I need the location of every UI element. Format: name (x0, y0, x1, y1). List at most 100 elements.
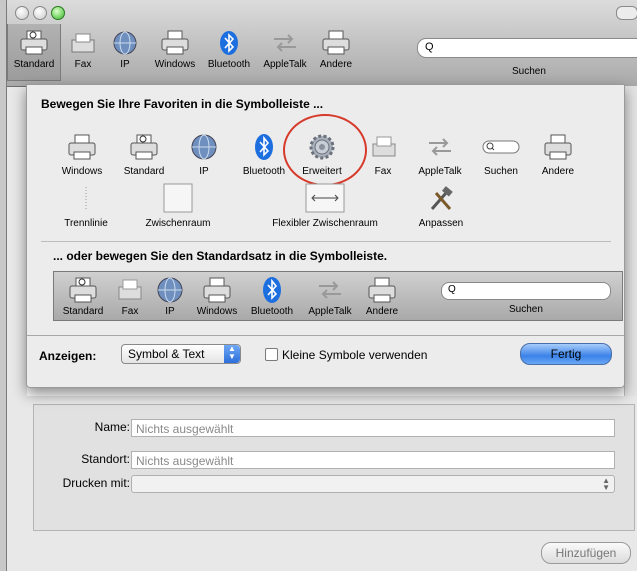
windows-printer-icon (203, 277, 231, 303)
palette-item-label: Windows (61, 166, 103, 177)
fax-icon (372, 136, 396, 157)
palette-item-label: Anpassen (418, 218, 464, 229)
palette-item-separator[interactable]: Trennlinie (55, 185, 117, 229)
default-item-label: IP (165, 306, 175, 317)
default-set-heading: ... oder bewegen Sie den Standardsatz in… (53, 249, 388, 263)
fax-icon (118, 279, 142, 300)
palette-item-label: Zwischenraum (145, 218, 211, 229)
zoom-button[interactable] (51, 6, 65, 20)
palette-item-fax[interactable]: Fax (369, 133, 397, 177)
appletalk-icon (319, 281, 341, 299)
bluetooth-icon (220, 31, 238, 55)
default-item-appletalk: AppleTalk (302, 276, 358, 317)
popup-arrows-icon: ▲ ▼ (224, 345, 240, 363)
default-item-label: Windows (196, 306, 238, 317)
separator-icon (85, 187, 87, 211)
show-popup-value: Symbol & Text (128, 347, 205, 361)
windows-printer-icon (161, 30, 189, 55)
palette-item-label: Suchen (484, 166, 518, 177)
flexible-space-icon (305, 183, 345, 213)
toolbar-toggle-button[interactable] (616, 6, 637, 20)
fax-icon (71, 33, 95, 53)
toolbar-item-ip[interactable]: IP (105, 24, 145, 80)
printer-list-scrollbar[interactable] (624, 86, 637, 396)
bluetooth-icon (263, 277, 281, 303)
palette-item-label: Bluetooth (242, 166, 286, 177)
toolbar-item-bluetooth[interactable]: Bluetooth (203, 24, 255, 80)
default-item-label: AppleTalk (308, 306, 352, 317)
toolbar-search-field[interactable]: Q (417, 38, 637, 58)
printer-icon (322, 30, 350, 55)
printer-icon (130, 134, 158, 160)
palette-item-label: Flexibler Zwischenraum (272, 218, 378, 229)
default-item-label: Andere (365, 306, 399, 317)
default-item-bluetooth: Bluetooth (246, 276, 298, 317)
toolbar-item-windows[interactable]: Windows (147, 24, 203, 80)
default-item-label: Standard (62, 306, 104, 317)
palette-item-label: Andere (541, 166, 575, 177)
palette-item-label: IP (199, 166, 209, 177)
printer-info-panel: Name: Nichts ausgewählt Standort: Nichts… (33, 404, 635, 531)
default-item-label: Bluetooth (250, 306, 294, 317)
done-button[interactable]: Fertig (520, 343, 612, 365)
divider (41, 241, 611, 242)
palette-item-label: Fax (374, 166, 392, 177)
close-button[interactable] (15, 6, 29, 20)
printer-icon (20, 30, 48, 55)
popup-arrows-icon: ▲ ▼ (602, 476, 610, 492)
toolbar-item-label: AppleTalk (263, 59, 307, 70)
toolbar: Standard Fax IP Windows Bluetooth AppleT… (7, 0, 637, 87)
small-icons-checkbox[interactable] (265, 348, 278, 361)
space-icon (163, 183, 193, 213)
divider (27, 335, 624, 336)
add-button[interactable]: Hinzufügen (541, 542, 631, 564)
minimize-button[interactable] (33, 6, 47, 20)
default-item-label: Fax (121, 306, 139, 317)
customize-toolbar-sheet: Bewegen Sie Ihre Favoriten in die Symbol… (26, 84, 625, 388)
palette-item-suchen[interactable]: Suchen (476, 133, 526, 177)
palette-item-bluetooth[interactable]: Bluetooth (239, 133, 289, 177)
globe-icon (157, 277, 183, 303)
appletalk-icon (274, 34, 296, 52)
printer-icon (544, 134, 572, 160)
palette-item-label: Trennlinie (64, 218, 108, 229)
location-field[interactable]: Nichts ausgewählt (131, 451, 615, 469)
palette-item-customize[interactable]: Anpassen (413, 185, 469, 229)
palette-item-ip[interactable]: IP (187, 133, 221, 177)
palette-item-windows[interactable]: Windows (59, 133, 105, 177)
default-item-ip: IP (152, 276, 188, 317)
toolbar-item-fax[interactable]: Fax (63, 24, 103, 80)
location-label: Standort: (81, 452, 130, 466)
print-with-popup[interactable]: ▲ ▼ (131, 475, 615, 493)
bluetooth-icon (255, 134, 273, 160)
toolbar-item-label: IP (120, 59, 130, 70)
highlight-ring (283, 114, 367, 186)
appletalk-icon (429, 138, 451, 156)
toolbar-item-andere[interactable]: Andere (313, 24, 359, 80)
globe-icon (191, 134, 217, 160)
toolbar-item-standard[interactable]: Standard (7, 24, 61, 81)
palette-item-standard[interactable]: Standard (119, 133, 169, 177)
small-icons-label[interactable]: Kleine Symbole verwenden (282, 348, 427, 362)
name-field[interactable]: Nichts ausgewählt (131, 419, 615, 437)
customize-tools-icon (430, 186, 453, 210)
printer-icon (69, 277, 97, 303)
globe-icon (113, 31, 137, 55)
favorites-heading: Bewegen Sie Ihre Favoriten in die Symbol… (41, 97, 324, 111)
palette-item-andere[interactable]: Andere (538, 133, 578, 177)
default-item-label: Suchen (509, 304, 543, 315)
toolbar-item-label: Andere (319, 59, 353, 70)
default-item-standard: Standard (58, 276, 108, 317)
toolbar-item-label: Windows (154, 59, 196, 70)
default-item-andere: Andere (360, 276, 404, 317)
magnifier-icon: Q (425, 41, 434, 53)
palette-item-label: Standard (123, 166, 165, 177)
default-search-field: Q (441, 282, 611, 300)
palette-item-flexible-space[interactable]: Flexibler Zwischenraum (263, 183, 387, 229)
toolbar-item-label: Fax (74, 59, 92, 70)
toolbar-item-appletalk[interactable]: AppleTalk (257, 24, 313, 80)
show-popup[interactable]: Symbol & Text ▲ ▼ (121, 344, 241, 364)
default-item-windows: Windows (192, 276, 242, 317)
palette-item-appletalk[interactable]: AppleTalk (412, 133, 468, 177)
palette-item-space[interactable]: Zwischenraum (140, 183, 216, 229)
